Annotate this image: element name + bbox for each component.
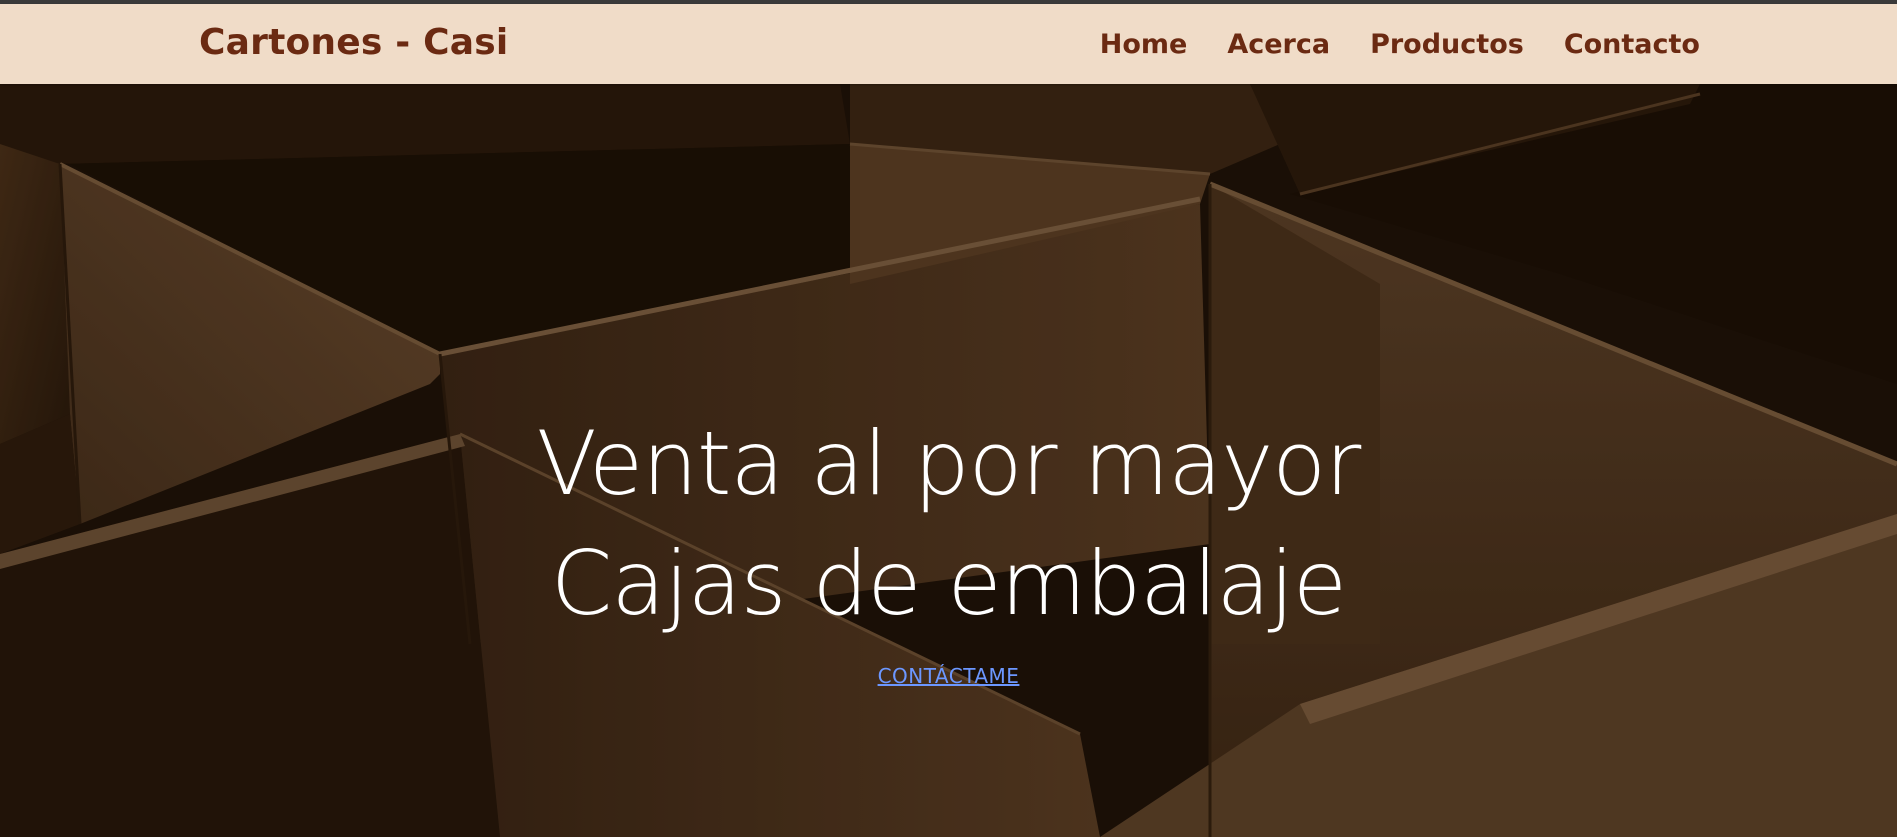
hero-heading-line-2: Cajas de embalaje [550, 532, 1347, 635]
brand-logo[interactable]: Cartones - Casi [199, 22, 508, 63]
hero-heading-line-1: Venta al por mayor [536, 412, 1362, 515]
nav-home[interactable]: Home [1100, 29, 1188, 60]
nav-productos[interactable]: Productos [1370, 29, 1524, 60]
main-nav: Home Acerca Productos Contacto [1100, 4, 1700, 84]
nav-acerca[interactable]: Acerca [1227, 29, 1330, 60]
page: Cartones - Casi Home Acerca Productos Co… [0, 0, 1897, 837]
hero-heading: Venta al por mayor Cajas de embalaje [0, 404, 1897, 644]
nav-contacto[interactable]: Contacto [1564, 29, 1700, 60]
cta-container: CONTÁCTAME [0, 664, 1897, 688]
navbar: Cartones - Casi Home Acerca Productos Co… [0, 4, 1897, 84]
contact-me-link[interactable]: CONTÁCTAME [878, 664, 1020, 688]
hero-section: Venta al por mayor Cajas de embalaje CON… [0, 84, 1897, 837]
